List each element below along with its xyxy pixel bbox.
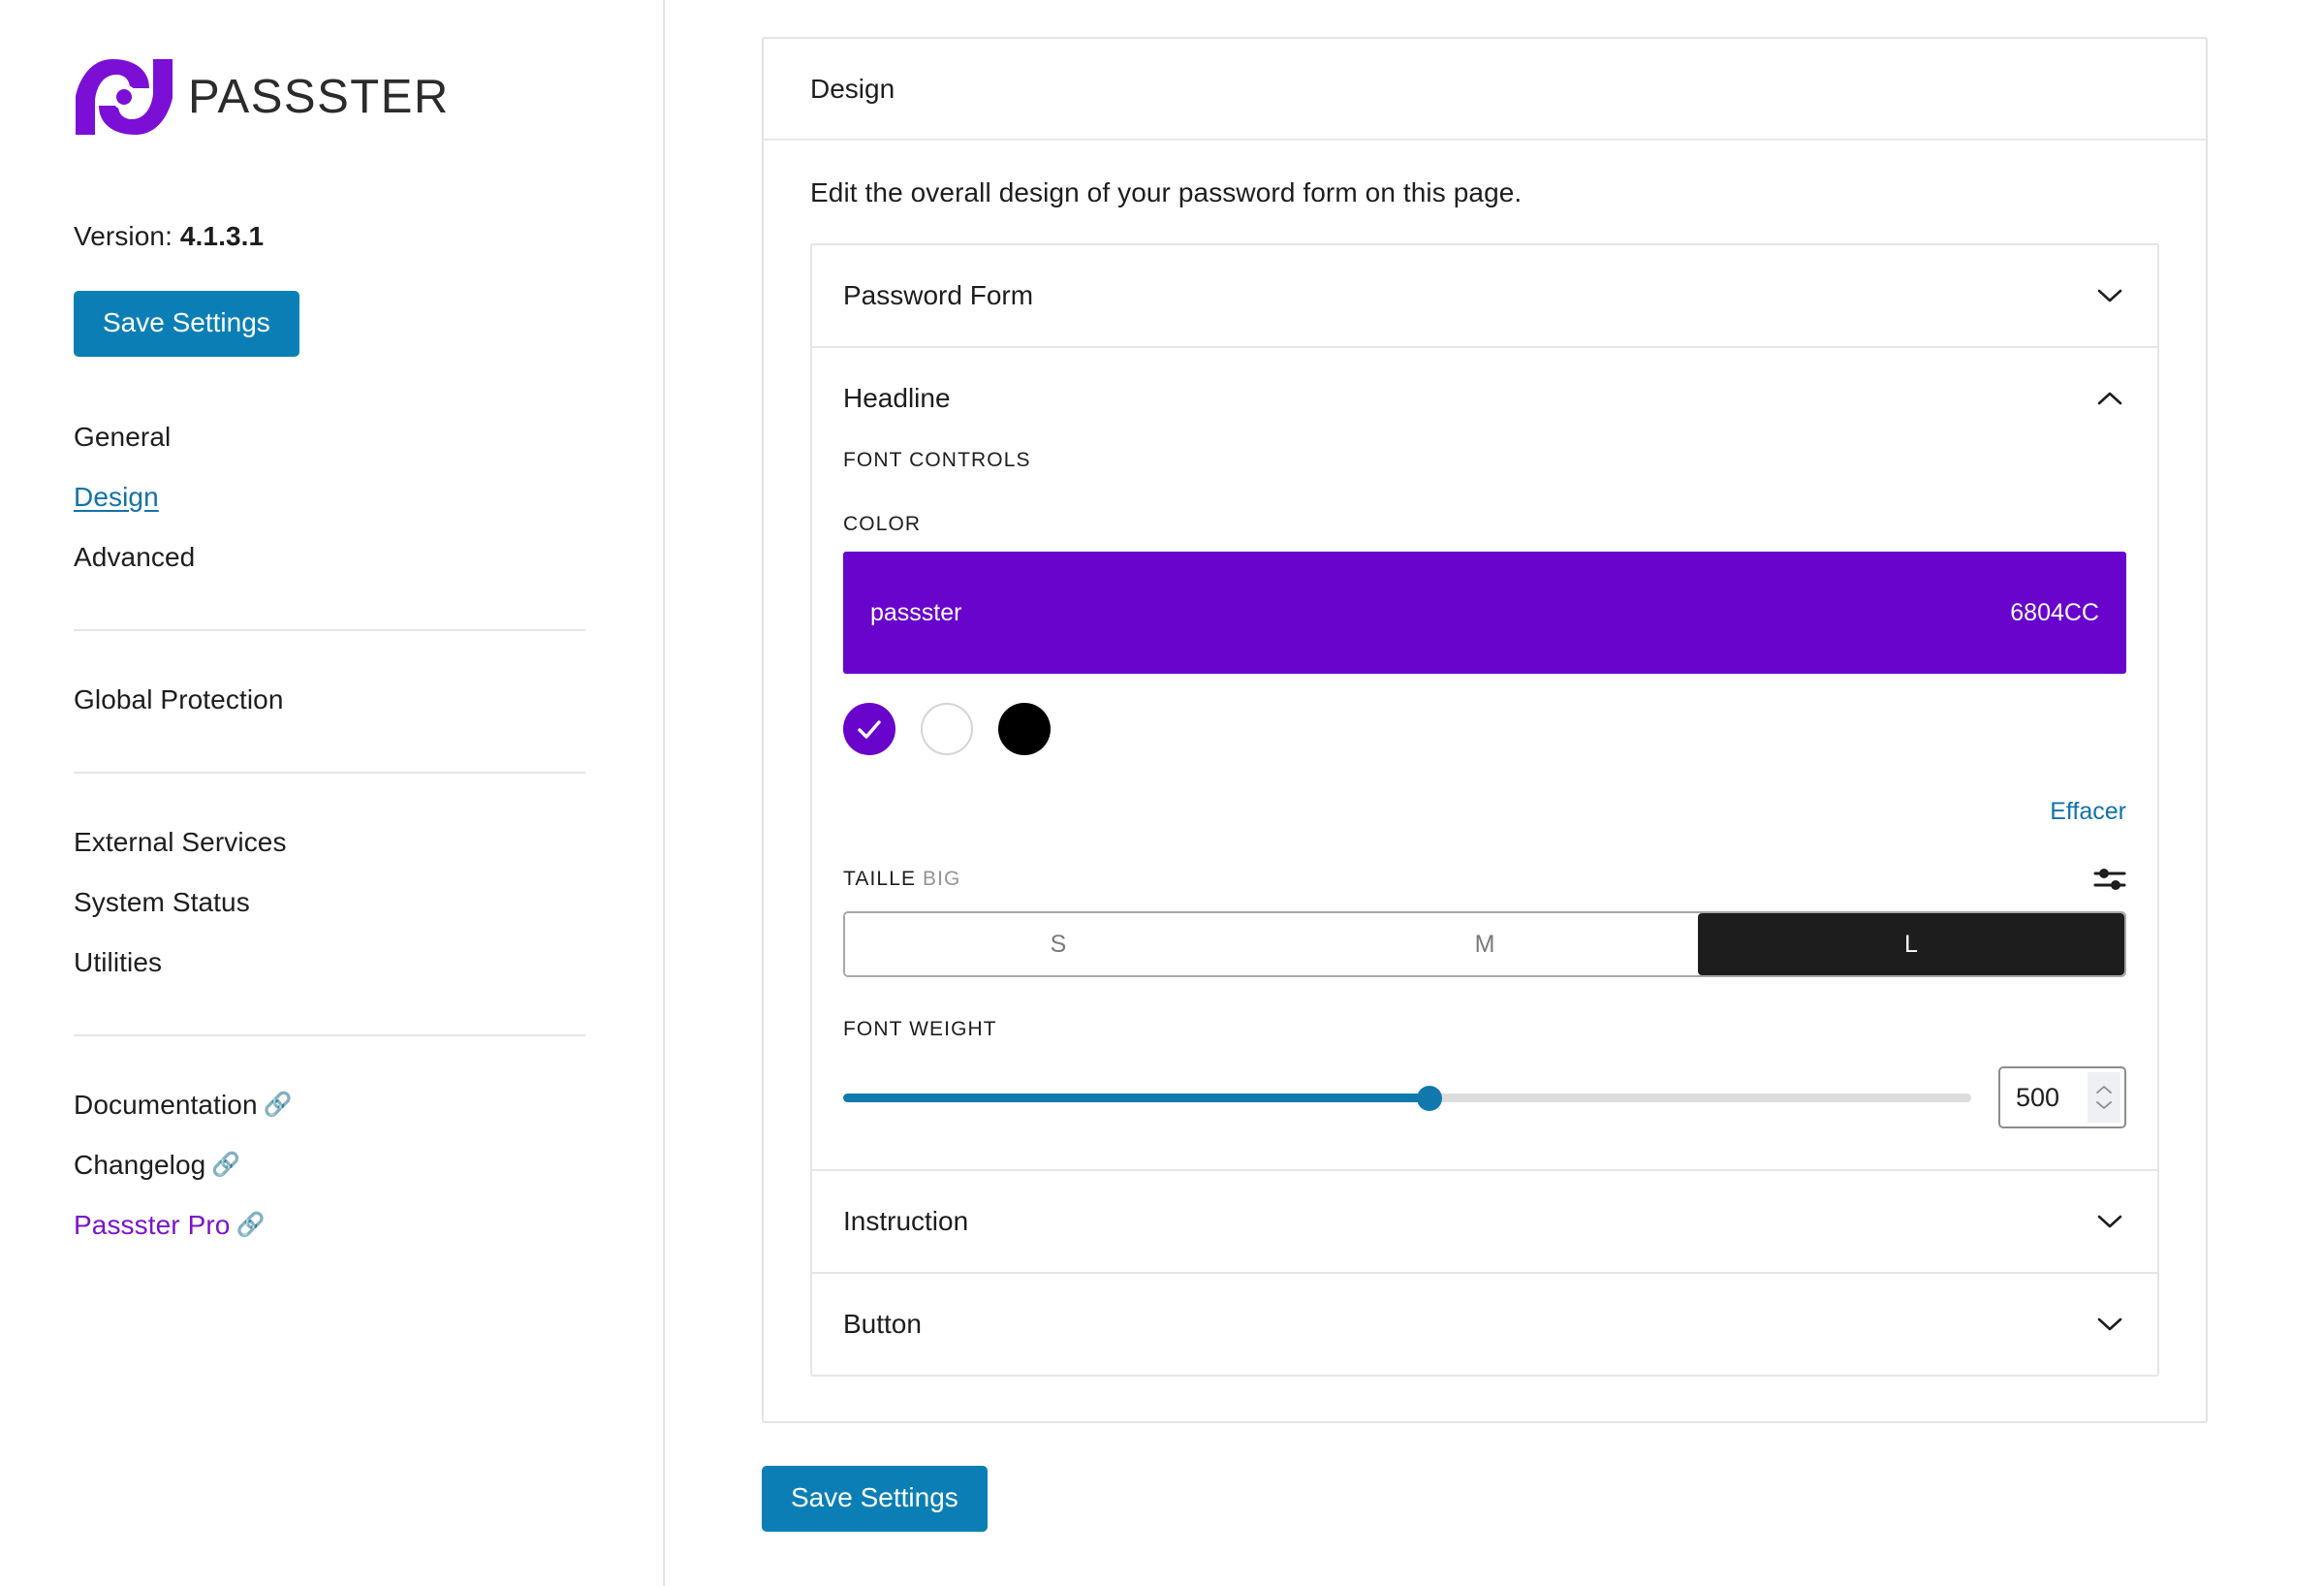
sidebar-item-design[interactable]: Design bbox=[74, 467, 663, 527]
sidebar-item-documentation[interactable]: Documentation🔗 bbox=[74, 1075, 663, 1135]
accordion-title-password-form: Password Form bbox=[843, 280, 1033, 311]
design-panel: Design Edit the overall design of your p… bbox=[762, 37, 2208, 1423]
save-settings-button-bottom[interactable]: Save Settings bbox=[762, 1466, 988, 1532]
sidebar-item-passster-pro[interactable]: Passster Pro🔗 bbox=[74, 1195, 663, 1255]
color-swatch-list bbox=[843, 703, 2126, 755]
passster-logo-icon bbox=[74, 57, 174, 137]
chevron-up-icon bbox=[2095, 1085, 2113, 1094]
accordion-title-headline: Headline bbox=[843, 383, 951, 414]
accordion-title-instruction: Instruction bbox=[843, 1206, 968, 1237]
size-value-label: BIG bbox=[923, 868, 960, 890]
sidebar-item-changelog[interactable]: Changelog🔗 bbox=[74, 1135, 663, 1195]
save-settings-row: Save Settings bbox=[762, 1466, 2208, 1532]
accordion-header-button[interactable]: Button bbox=[812, 1274, 2157, 1375]
font-weight-slider[interactable] bbox=[843, 1090, 1971, 1105]
sidebar-divider-3 bbox=[74, 1034, 585, 1036]
black-swatch[interactable] bbox=[998, 703, 1051, 755]
accordion-section-button: Button bbox=[812, 1272, 2157, 1375]
design-accordion: Password Form Headline bbox=[810, 243, 2159, 1377]
color-label: COLOR bbox=[843, 513, 2126, 536]
sidebar-divider-2 bbox=[74, 772, 585, 774]
font-weight-value: 500 bbox=[2016, 1083, 2088, 1113]
brand-logo: PASSSTER bbox=[74, 56, 663, 138]
save-settings-button-top[interactable]: Save Settings bbox=[74, 291, 299, 357]
size-segmented-control: S M L bbox=[843, 911, 2126, 977]
size-label-group: TAILLE BIG bbox=[843, 868, 961, 891]
size-option-l[interactable]: L bbox=[1698, 913, 2124, 975]
sidebar-item-system-status[interactable]: System Status bbox=[74, 872, 663, 933]
size-label: TAILLE bbox=[843, 868, 916, 890]
brand-name: PASSSTER bbox=[188, 70, 450, 124]
chevron-down-icon[interactable] bbox=[2097, 1316, 2122, 1332]
color-name: passster bbox=[870, 599, 961, 627]
number-stepper[interactable] bbox=[2088, 1072, 2120, 1123]
panel-header: Design bbox=[764, 39, 2206, 141]
version-line: Version: 4.1.3.1 bbox=[74, 221, 663, 252]
link-icon: 🔗 bbox=[211, 1151, 240, 1179]
accordion-header-headline[interactable]: Headline bbox=[812, 348, 2157, 449]
sidebar-item-passster-pro-label: Passster Pro bbox=[74, 1210, 230, 1240]
version-value: 4.1.3.1 bbox=[180, 221, 264, 251]
sidebar-item-documentation-label: Documentation bbox=[74, 1090, 258, 1120]
accordion-section-password-form: Password Form bbox=[812, 245, 2157, 346]
font-weight-number-input[interactable]: 500 bbox=[1998, 1066, 2126, 1128]
link-icon: 🔗 bbox=[264, 1091, 293, 1119]
white-swatch[interactable] bbox=[921, 703, 973, 755]
sidebar-item-advanced[interactable]: Advanced bbox=[74, 527, 663, 587]
size-option-m[interactable]: M bbox=[1272, 913, 1698, 975]
chevron-down-icon bbox=[2095, 1100, 2113, 1110]
size-header: TAILLE BIG bbox=[843, 865, 2126, 894]
panel-body: Edit the overall design of your password… bbox=[764, 141, 2206, 1421]
accordion-header-password-form[interactable]: Password Form bbox=[812, 245, 2157, 346]
sidebar-divider-1 bbox=[74, 629, 585, 631]
accordion-title-button: Button bbox=[843, 1309, 922, 1340]
color-preview-swatch[interactable]: passster 6804CC bbox=[843, 552, 2126, 674]
slider-fill bbox=[843, 1094, 1429, 1102]
accordion-header-instruction[interactable]: Instruction bbox=[812, 1171, 2157, 1272]
sidebar-item-utilities[interactable]: Utilities bbox=[74, 933, 663, 993]
accordion-content-headline: FONT CONTROLS COLOR passster 6804CC bbox=[812, 449, 2157, 1169]
app-root: PASSSTER Version: 4.1.3.1 Save Settings … bbox=[0, 0, 2324, 1586]
sliders-icon[interactable] bbox=[2093, 865, 2126, 894]
sidebar-item-changelog-label: Changelog bbox=[74, 1150, 205, 1180]
clear-color-row: Effacer bbox=[843, 798, 2126, 826]
sidebar: PASSSTER Version: 4.1.3.1 Save Settings … bbox=[0, 0, 665, 1586]
chevron-up-icon[interactable] bbox=[2097, 391, 2122, 406]
sidebar-item-general[interactable]: General bbox=[74, 407, 663, 467]
sidebar-nav: General Design Advanced Global Protectio… bbox=[74, 407, 663, 1255]
accordion-section-instruction: Instruction bbox=[812, 1169, 2157, 1272]
font-weight-row: 500 bbox=[843, 1066, 2126, 1128]
accordion-section-headline: Headline FONT CONTROLS COLOR passster 68… bbox=[812, 346, 2157, 1169]
size-option-s[interactable]: S bbox=[845, 913, 1272, 975]
main-content: Design Edit the overall design of your p… bbox=[665, 0, 2324, 1586]
chevron-down-icon[interactable] bbox=[2097, 1214, 2122, 1229]
clear-color-link[interactable]: Effacer bbox=[2050, 798, 2126, 826]
sidebar-item-global-protection[interactable]: Global Protection bbox=[74, 670, 663, 730]
slider-thumb[interactable] bbox=[1417, 1086, 1442, 1111]
panel-description: Edit the overall design of your password… bbox=[810, 177, 2159, 208]
color-hex-value: 6804CC bbox=[2010, 599, 2099, 627]
link-icon: 🔗 bbox=[236, 1211, 265, 1239]
chevron-down-icon[interactable] bbox=[2097, 288, 2122, 303]
sidebar-item-external-services[interactable]: External Services bbox=[74, 812, 663, 872]
font-controls-label: FONT CONTROLS bbox=[843, 449, 2126, 472]
purple-swatch[interactable] bbox=[843, 703, 895, 755]
page-title: Design bbox=[810, 74, 2159, 105]
version-label: Version: bbox=[74, 221, 173, 251]
font-weight-label: FONT WEIGHT bbox=[843, 1018, 2126, 1041]
